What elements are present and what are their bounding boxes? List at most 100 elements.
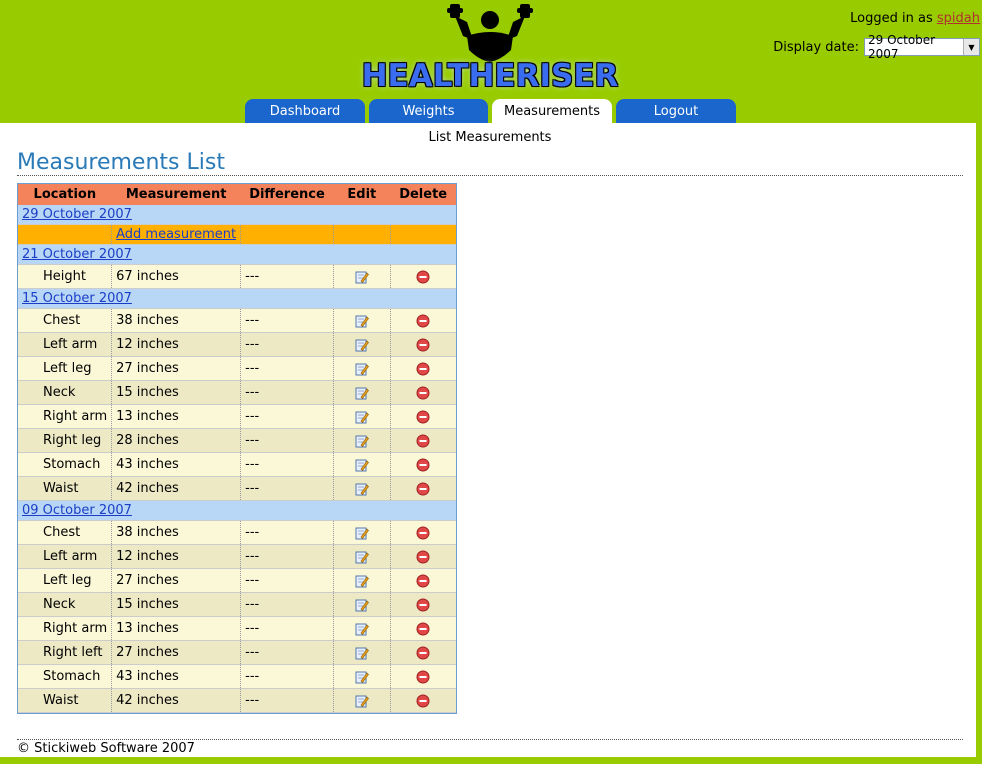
tab-measurements[interactable]: Measurements [492, 99, 612, 123]
edit-pencil-icon[interactable] [355, 574, 369, 588]
measurement-cell: 15 inches [111, 592, 242, 617]
location-cell: Left arm [18, 544, 113, 569]
logo: HEALTHERISER [340, 0, 640, 98]
difference-cell: --- [240, 404, 334, 429]
delete-minus-icon[interactable] [416, 550, 430, 564]
tab-label: Weights [402, 103, 455, 119]
delete-minus-icon[interactable] [416, 434, 430, 448]
location-cell: Right arm [18, 616, 113, 641]
delete-minus-icon[interactable] [416, 574, 430, 588]
delete-minus-icon[interactable] [416, 314, 430, 328]
edit-pencil-icon[interactable] [355, 338, 369, 352]
edit-pencil-icon[interactable] [355, 410, 369, 424]
edit-cell [333, 380, 391, 405]
title-divider [17, 175, 963, 176]
edit-pencil-icon[interactable] [355, 458, 369, 472]
date-select[interactable]: 29 October 2007 ▼ [864, 33, 980, 61]
delete-cell [390, 332, 456, 357]
date-group-cell: 15 October 2007 [18, 288, 456, 309]
date-link[interactable]: 15 October 2007 [22, 291, 132, 306]
delete-minus-icon[interactable] [416, 458, 430, 472]
table-row: Left leg 27 inches --- [18, 568, 456, 593]
table-row: Neck 15 inches --- [18, 592, 456, 617]
edit-pencil-icon[interactable] [355, 434, 369, 448]
col-location: Location [18, 184, 112, 205]
delete-cell [390, 520, 456, 545]
edit-pencil-icon[interactable] [355, 482, 369, 496]
tab-label: Measurements [503, 103, 601, 119]
location-cell: Waist [18, 688, 113, 713]
date-group-cell: 09 October 2007 [18, 500, 456, 521]
edit-cell [333, 404, 391, 429]
difference-cell: --- [240, 380, 334, 405]
add-measurement-link[interactable]: Add measurement [116, 227, 236, 242]
delete-minus-icon[interactable] [416, 410, 430, 424]
edit-pencil-icon[interactable] [355, 694, 369, 708]
delete-cell [390, 544, 456, 569]
edit-pencil-icon[interactable] [355, 314, 369, 328]
edit-pencil-icon[interactable] [355, 526, 369, 540]
difference-cell: --- [240, 592, 334, 617]
edit-cell [333, 308, 391, 333]
edit-cell [333, 616, 391, 641]
date-link[interactable]: 29 October 2007 [22, 207, 132, 222]
location-cell: Neck [18, 592, 113, 617]
difference-cell: --- [240, 428, 334, 453]
tab-logout[interactable]: Logout [616, 99, 736, 123]
delete-minus-icon[interactable] [416, 386, 430, 400]
location-cell: Stomach [18, 664, 113, 689]
edit-pencil-icon[interactable] [355, 646, 369, 660]
delete-minus-icon[interactable] [416, 598, 430, 612]
date-link[interactable]: 21 October 2007 [22, 247, 132, 262]
delete-minus-icon[interactable] [416, 694, 430, 708]
delete-minus-icon[interactable] [416, 526, 430, 540]
edit-pencil-icon[interactable] [355, 598, 369, 612]
delete-cell [390, 592, 456, 617]
measurement-cell: 27 inches [111, 356, 242, 381]
date-group-row: 09 October 2007 [18, 500, 456, 521]
measurement-cell: 43 inches [111, 452, 242, 477]
difference-cell: --- [240, 332, 334, 357]
edit-pencil-icon[interactable] [355, 622, 369, 636]
delete-minus-icon[interactable] [416, 270, 430, 284]
table-row: Left leg 27 inches --- [18, 356, 456, 381]
user-link[interactable]: spidah [937, 11, 980, 26]
delete-minus-icon[interactable] [416, 646, 430, 660]
edit-pencil-icon[interactable] [355, 670, 369, 684]
table-row: Neck 15 inches --- [18, 380, 456, 405]
table-row: Right leg 28 inches --- [18, 428, 456, 453]
col-difference: Difference [240, 184, 334, 205]
edit-pencil-icon[interactable] [355, 270, 369, 284]
table-row: Chest 38 inches --- [18, 308, 456, 333]
edit-cell [333, 264, 391, 289]
delete-minus-icon[interactable] [416, 338, 430, 352]
location-cell: Right left [18, 640, 113, 665]
edit-pencil-icon[interactable] [355, 386, 369, 400]
difference-cell: --- [240, 688, 334, 713]
difference-cell: --- [240, 664, 334, 689]
delete-cell [390, 308, 456, 333]
delete-cell [390, 688, 456, 713]
delete-minus-icon[interactable] [416, 362, 430, 376]
table-row: Waist 42 inches --- [18, 688, 456, 713]
measurement-cell: 27 inches [111, 568, 242, 593]
delete-minus-icon[interactable] [416, 670, 430, 684]
location-cell: Waist [18, 476, 113, 501]
measurement-cell: 38 inches [111, 308, 242, 333]
subnav-list-link[interactable]: List Measurements [429, 130, 552, 145]
delete-cell [390, 264, 456, 289]
edit-cell [333, 428, 391, 453]
tab-dashboard[interactable]: Dashboard [245, 99, 365, 123]
tab-bar: Dashboard Weights Measurements Logout [245, 99, 740, 123]
delete-minus-icon[interactable] [416, 622, 430, 636]
measurement-cell: 12 inches [111, 544, 242, 569]
edit-pencil-icon[interactable] [355, 550, 369, 564]
date-link[interactable]: 09 October 2007 [22, 503, 132, 518]
location-cell: Right leg [18, 428, 113, 453]
tab-weights[interactable]: Weights [369, 99, 488, 123]
delete-minus-icon[interactable] [416, 482, 430, 496]
edit-pencil-icon[interactable] [355, 362, 369, 376]
edit-cell [333, 664, 391, 689]
login-prefix: Logged in as [850, 11, 933, 26]
chevron-down-icon[interactable]: ▼ [963, 39, 979, 55]
